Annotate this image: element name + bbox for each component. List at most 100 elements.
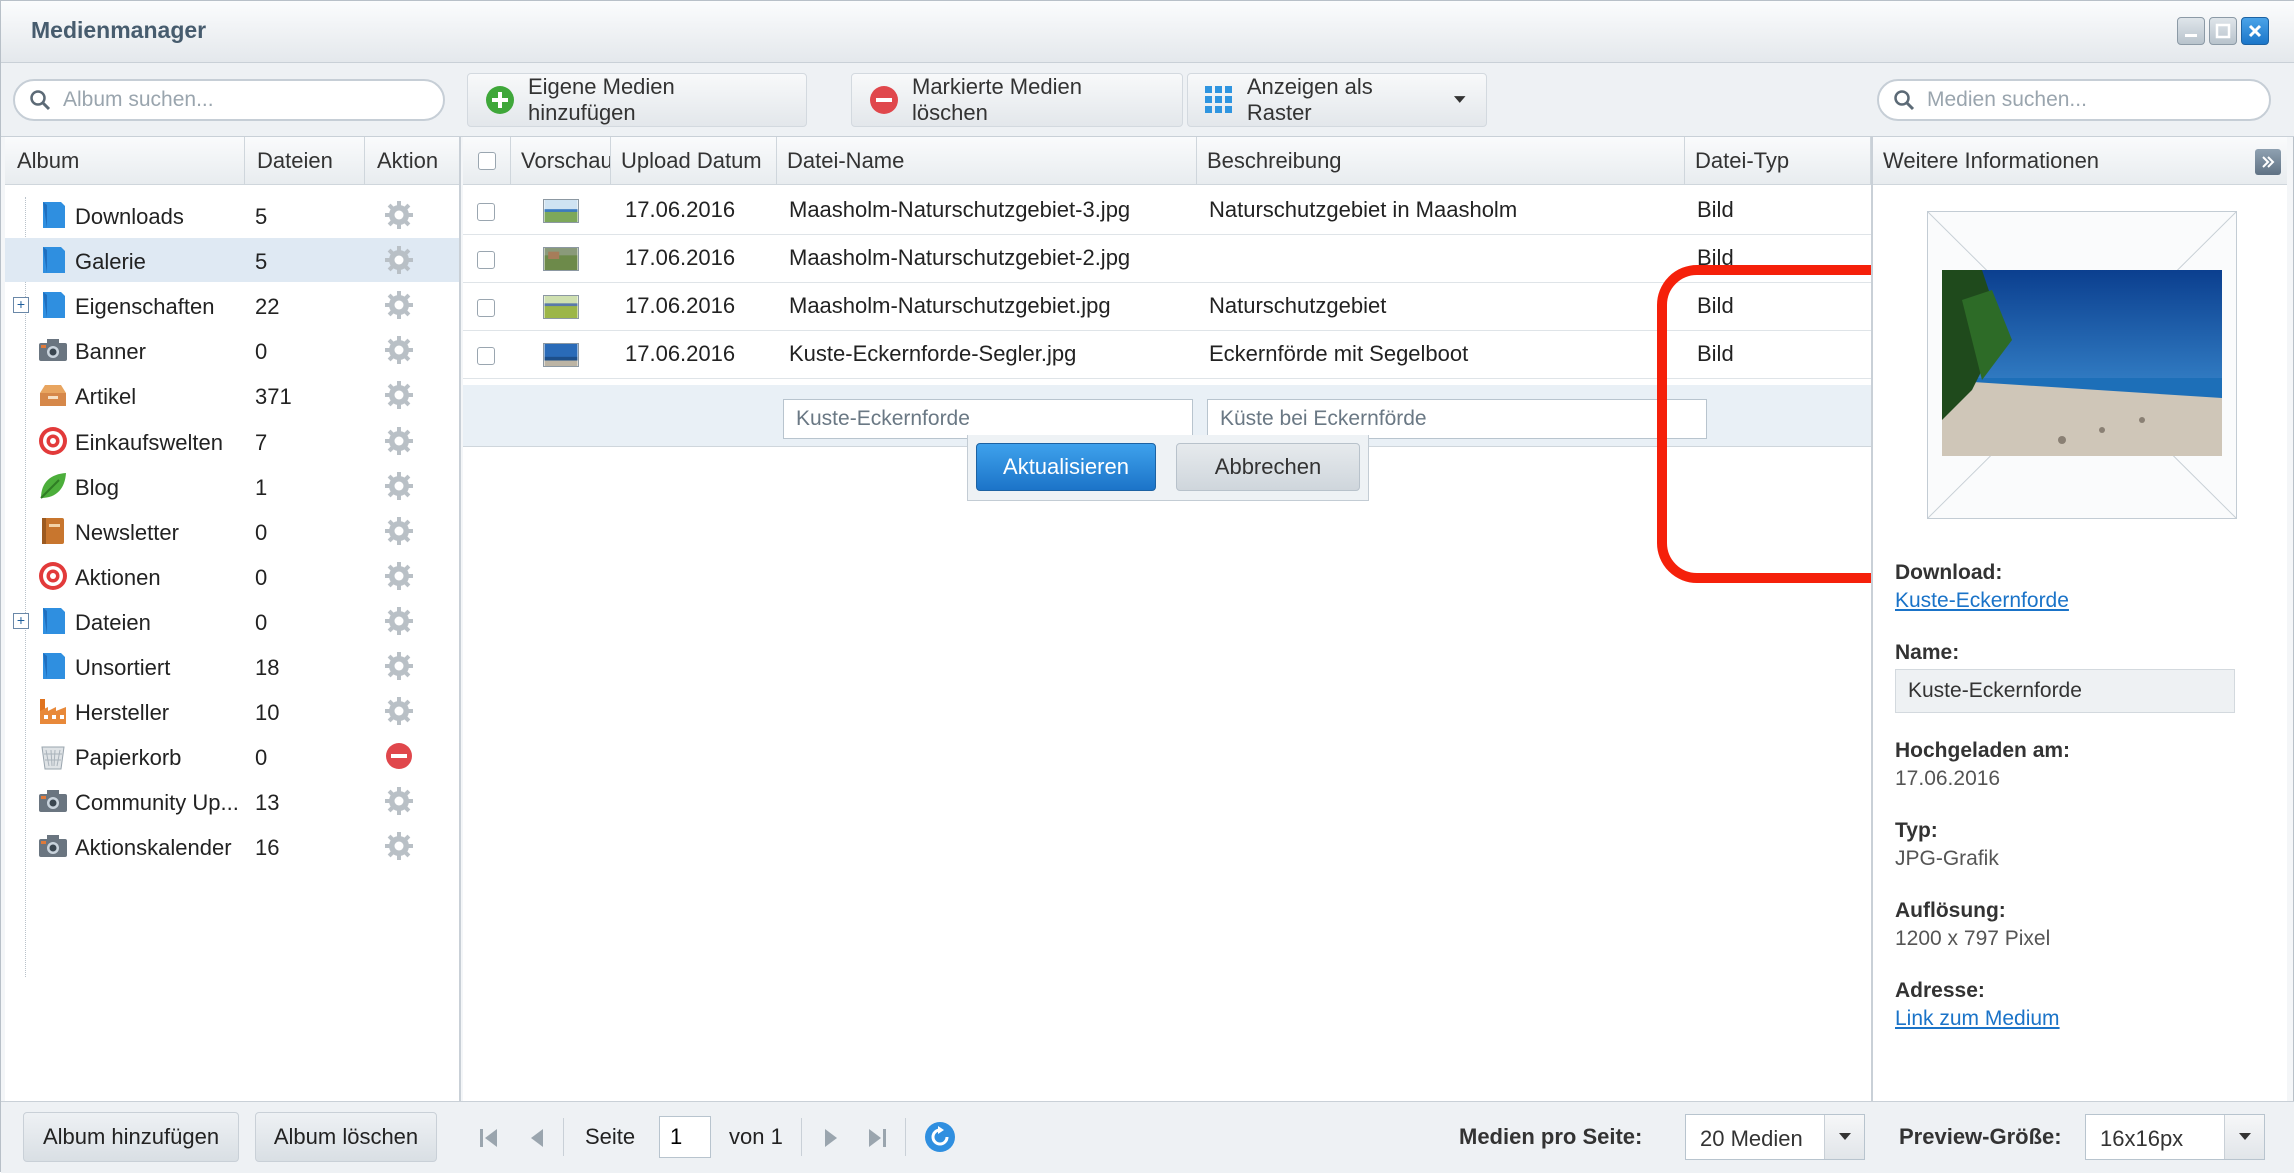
gear-icon[interactable]: [383, 470, 415, 502]
next-page-icon[interactable]: [817, 1124, 845, 1152]
gear-icon[interactable]: [383, 425, 415, 457]
album-item[interactable]: Einkaufswelten 7: [5, 419, 459, 463]
add-media-label: Eigene Medien hinzufügen: [528, 74, 675, 125]
row-checkbox[interactable]: [477, 299, 495, 317]
update-button[interactable]: Aktualisieren: [976, 443, 1156, 491]
delete-marked-button[interactable]: Markierte Medien löschen: [851, 73, 1183, 127]
previous-page-icon[interactable]: [523, 1124, 551, 1152]
view-as-grid-button[interactable]: Anzeigen als Raster: [1187, 73, 1487, 127]
type-value: JPG-Grafik: [1895, 847, 1999, 870]
camera-icon: [37, 785, 69, 817]
last-page-icon[interactable]: [863, 1124, 891, 1152]
file-type-column-header[interactable]: Datei-Typ: [1685, 137, 1871, 185]
delete-icon[interactable]: [383, 740, 415, 772]
media-search-box[interactable]: [1877, 79, 2271, 121]
album-item[interactable]: Aktionskalender 16: [5, 824, 459, 868]
gear-icon[interactable]: [383, 650, 415, 682]
album-count: 0: [255, 564, 268, 590]
album-item[interactable]: Papierkorb 0: [5, 734, 459, 778]
first-page-icon[interactable]: [475, 1124, 503, 1152]
address-link[interactable]: Link zum Medium: [1895, 1007, 2060, 1031]
preview-column-header[interactable]: Vorschau: [511, 137, 611, 185]
page-label: Seite: [585, 1124, 636, 1149]
album-search-input[interactable]: [63, 88, 395, 112]
folder-icon: [37, 289, 69, 321]
minimize-button[interactable]: [2177, 17, 2205, 45]
upload-date-column-header[interactable]: Upload Datum: [611, 137, 777, 185]
album-item[interactable]: + Eigenschaften 22: [5, 283, 459, 327]
gear-icon[interactable]: [383, 605, 415, 637]
album-item[interactable]: Artikel 371: [5, 373, 459, 417]
gear-icon[interactable]: [383, 199, 415, 231]
file-name-edit-input[interactable]: [783, 399, 1193, 439]
select-all-checkbox[interactable]: [477, 151, 496, 170]
gear-icon[interactable]: [383, 695, 415, 727]
album-count: 1: [255, 474, 268, 500]
folder-icon: [37, 244, 69, 276]
camera-icon: [37, 334, 69, 366]
album-item[interactable]: Banner 0: [5, 328, 459, 372]
add-media-button[interactable]: Eigene Medien hinzufügen: [467, 73, 807, 127]
title-bar[interactable]: Medienmanager: [1, 1, 2294, 63]
page-number-input[interactable]: [659, 1116, 711, 1158]
media-per-page-label: Medien pro Seite:: [1459, 1124, 1643, 1149]
album-item[interactable]: Unsortiert 18: [5, 644, 459, 688]
expand-icon[interactable]: +: [13, 297, 29, 314]
album-name: Galerie: [75, 249, 146, 275]
preview-size-select[interactable]: 16x16px: [2085, 1114, 2265, 1160]
upload-date-cell: 17.06.2016: [625, 293, 736, 318]
row-checkbox[interactable]: [477, 251, 495, 269]
album-item[interactable]: Galerie 5: [5, 238, 459, 283]
dropdown-button[interactable]: [2224, 1115, 2264, 1159]
gear-icon[interactable]: [383, 289, 415, 321]
files-column-header[interactable]: Dateien: [245, 137, 365, 185]
thumbnail-image: [543, 295, 579, 319]
expand-icon[interactable]: +: [13, 612, 29, 629]
album-item[interactable]: Community Up... 13: [5, 779, 459, 823]
row-checkbox[interactable]: [477, 347, 495, 365]
minimize-icon: [2185, 34, 2197, 37]
gear-icon[interactable]: [383, 515, 415, 547]
album-item[interactable]: Hersteller 10: [5, 689, 459, 733]
description-edit-input[interactable]: [1207, 399, 1707, 439]
refresh-icon[interactable]: [923, 1120, 957, 1154]
action-column-header[interactable]: Aktion: [365, 137, 459, 185]
description-cell: Naturschutzgebiet in Maasholm: [1209, 197, 1518, 222]
close-button[interactable]: [2241, 17, 2269, 45]
album-item[interactable]: Aktionen 0: [5, 554, 459, 598]
gear-icon[interactable]: [383, 379, 415, 411]
description-cell: Naturschutzgebiet: [1209, 293, 1387, 318]
album-name: Dateien: [75, 609, 151, 635]
gear-icon[interactable]: [383, 334, 415, 366]
row-checkbox[interactable]: [477, 203, 495, 221]
delete-album-button[interactable]: Album löschen: [255, 1112, 437, 1162]
album-item[interactable]: Downloads 5: [5, 193, 459, 237]
download-link[interactable]: Kuste-Eckernforde: [1895, 589, 2069, 613]
gear-icon[interactable]: [383, 785, 415, 817]
gear-icon[interactable]: [383, 560, 415, 592]
album-search-box[interactable]: [13, 79, 445, 121]
name-field[interactable]: [1895, 669, 2235, 713]
media-search-input[interactable]: [1927, 88, 2228, 112]
description-column-header[interactable]: Beschreibung: [1197, 137, 1685, 185]
album-item[interactable]: Blog 1: [5, 464, 459, 508]
file-name-column-header[interactable]: Datei-Name: [777, 137, 1197, 185]
dropdown-button[interactable]: [1824, 1115, 1864, 1159]
info-panel-title: Weitere Informationen: [1883, 147, 2100, 173]
media-per-page-select[interactable]: 20 Medien: [1685, 1114, 1865, 1160]
add-album-button[interactable]: Album hinzufügen: [23, 1112, 239, 1162]
maximize-button[interactable]: [2209, 17, 2237, 45]
box-icon: [37, 379, 69, 411]
gear-icon[interactable]: [383, 830, 415, 862]
table-row[interactable]: 17.06.2016 Maasholm-Naturschutzgebiet-2.j…: [463, 235, 1871, 283]
preview-image: [1942, 270, 2222, 456]
album-item[interactable]: + Dateien 0: [5, 599, 459, 643]
table-row[interactable]: 17.06.2016 Maasholm-Naturschutzgebiet-3.j…: [463, 187, 1871, 235]
select-all-header[interactable]: [463, 137, 511, 185]
album-column-header[interactable]: Album: [5, 137, 245, 185]
cancel-button[interactable]: Abbrechen: [1176, 443, 1360, 491]
gear-icon[interactable]: [383, 244, 415, 276]
collapse-panel-button[interactable]: [2255, 149, 2281, 175]
grid-icon: [1204, 84, 1235, 116]
album-item[interactable]: Newsletter 0: [5, 509, 459, 553]
